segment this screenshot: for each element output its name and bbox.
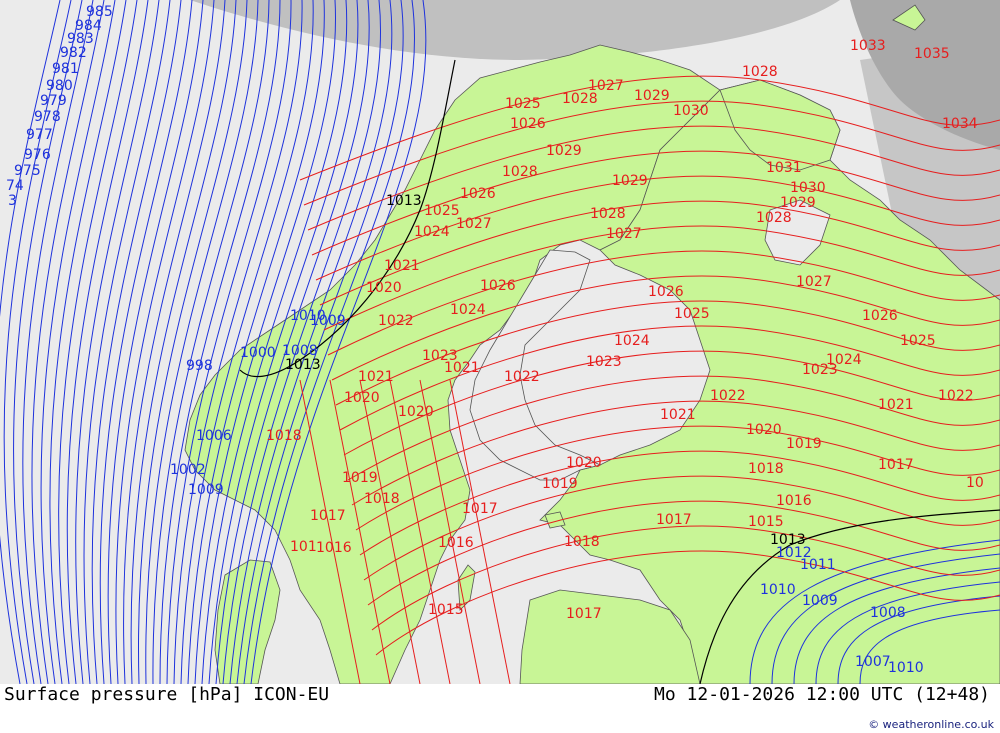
map-title: Surface pressure [hPa] ICON-EU <box>4 684 330 705</box>
isobar-label-low: 975 <box>14 163 41 179</box>
isobar-label-low: 978 <box>34 109 61 125</box>
isobar-label-low: 1000 <box>240 345 276 361</box>
isobar-label-high: 1025 <box>674 306 710 322</box>
isobar-label-low: 1010 <box>760 582 796 598</box>
isobar-label-high: 1022 <box>504 369 540 385</box>
isobar-label-1013: 1013 <box>770 532 806 548</box>
isobar-label-low: 979 <box>40 93 67 109</box>
isobar-label-high: 1028 <box>502 164 538 180</box>
isobar-label-low: 1002 <box>170 462 206 478</box>
isobar-label-high: 101 <box>290 539 317 555</box>
isobar-label-high: 1028 <box>590 206 626 222</box>
credit-link[interactable]: © weatheronline.co.uk <box>868 718 994 731</box>
footer-bar: Surface pressure [hPa] ICON-EU Mo 12-01-… <box>0 684 1000 733</box>
isobar-label-high: 1026 <box>510 116 546 132</box>
isobar-label-low: 1009 <box>310 313 346 329</box>
isobar-label-high: 1018 <box>266 428 302 444</box>
map-stage: 985 984 983 982 981 980 979 978 977 976 975 74 3 1010… <box>0 0 1000 733</box>
isobar-label-low: 1006 <box>196 428 232 444</box>
isobar-label-high: 1027 <box>606 226 642 242</box>
isobar-label-high: 1020 <box>746 422 782 438</box>
isobar-label-1013: 1013 <box>285 357 321 373</box>
isobar-label-high: 1016 <box>776 493 812 509</box>
isobar-label-high: 1021 <box>444 360 480 376</box>
isobar-label-high: 1029 <box>546 143 582 159</box>
isobar-label-high: 1034 <box>942 116 978 132</box>
isobar-label-high: 1028 <box>562 91 598 107</box>
isobar-label-high: 1028 <box>742 64 778 80</box>
isobar-label-high: 1026 <box>480 278 516 294</box>
isobar-label-high: 1029 <box>780 195 816 211</box>
isobar-label-1013: 1013 <box>386 193 422 209</box>
isobar-label-high: 1033 <box>850 38 886 54</box>
isobar-label-high: 1026 <box>648 284 684 300</box>
isobar-label-high: 1025 <box>505 96 541 112</box>
isobar-label-high: 1024 <box>414 224 450 240</box>
isobar-label-high: 1015 <box>748 514 784 530</box>
isobar-label-low: 1009 <box>802 593 838 609</box>
isobar-label-high: 1016 <box>316 540 352 556</box>
isobar-label-high: 1020 <box>566 455 602 471</box>
isobar-label-high: 1019 <box>786 436 822 452</box>
isobar-label-high: 1028 <box>756 210 792 226</box>
isobar-label-high: 1025 <box>424 203 460 219</box>
isobar-label-low: 3 <box>8 193 17 209</box>
isobar-label-high: 1017 <box>462 501 498 517</box>
isobar-label-high: 1030 <box>790 180 826 196</box>
isobar-label-high: 1026 <box>460 186 496 202</box>
isobar-label-high: 1022 <box>938 388 974 404</box>
isobar-label-low: 1011 <box>800 557 836 573</box>
isobar-label-high: 1027 <box>456 216 492 232</box>
pressure-map[interactable]: 9859849839829819809799789779769757431010… <box>0 0 1000 684</box>
isobar-label-high: 1023 <box>586 354 622 370</box>
isobar-label-high: 1017 <box>566 606 602 622</box>
isobar-label-low: 1010 <box>888 660 924 676</box>
isobar-label-high: 1021 <box>878 397 914 413</box>
isobar-label-high: 1030 <box>673 103 709 119</box>
isobar-label-low: 74 <box>6 178 24 194</box>
map-datetime: Mo 12-01-2026 12:00 UTC (12+48) <box>654 684 990 705</box>
isobar-label-high: 1016 <box>438 535 474 551</box>
isobar-label-high: 1015 <box>428 602 464 618</box>
isobar-label-high: 1021 <box>660 407 696 423</box>
isobar-label-high: 1017 <box>656 512 692 528</box>
isobar-label-high: 1019 <box>342 470 378 486</box>
isobar-label-low: 1009 <box>188 482 224 498</box>
isobar-label-high: 1024 <box>450 302 486 318</box>
isobar-label-high: 1017 <box>310 508 346 524</box>
isobar-label-low: 981 <box>52 61 79 77</box>
isobar-label-high: 1017 <box>878 457 914 473</box>
isobar-label-high: 1020 <box>344 390 380 406</box>
isobar-label-high: 1018 <box>364 491 400 507</box>
isobar-label-high: 1020 <box>398 404 434 420</box>
isobar-label-low: 1007 <box>855 654 891 670</box>
isobar-label-high: 1027 <box>796 274 832 290</box>
isobar-label-high: 1022 <box>710 388 746 404</box>
isobar-label-high: 1035 <box>914 46 950 62</box>
isobar-label-high: 1018 <box>748 461 784 477</box>
isobar-label-high: 1025 <box>900 333 936 349</box>
isobar-label-high: 1024 <box>614 333 650 349</box>
isobar-label-high: 1029 <box>612 173 648 189</box>
isobar-label-high: 1022 <box>378 313 414 329</box>
isobar-label-low: 982 <box>60 45 87 61</box>
isobar-label-high: 1021 <box>358 369 394 385</box>
isobar-label-low: 976 <box>24 147 51 163</box>
isobar-label-high: 1020 <box>366 280 402 296</box>
isobar-label-low: 980 <box>46 78 73 94</box>
isobar-label-high: 10 <box>966 475 984 491</box>
isobar-label-high: 1019 <box>542 476 578 492</box>
isobar-label-low: 977 <box>26 127 53 143</box>
isobar-label-low: 998 <box>186 358 213 374</box>
isobar-label-high: 1018 <box>564 534 600 550</box>
isobar-label-low: 1008 <box>870 605 906 621</box>
isobar-label-high: 1029 <box>634 88 670 104</box>
isobar-label-high: 1031 <box>766 160 802 176</box>
isobar-label-high: 1021 <box>384 258 420 274</box>
isobar-label-high: 1026 <box>862 308 898 324</box>
isobar-label-high: 1023 <box>802 362 838 378</box>
